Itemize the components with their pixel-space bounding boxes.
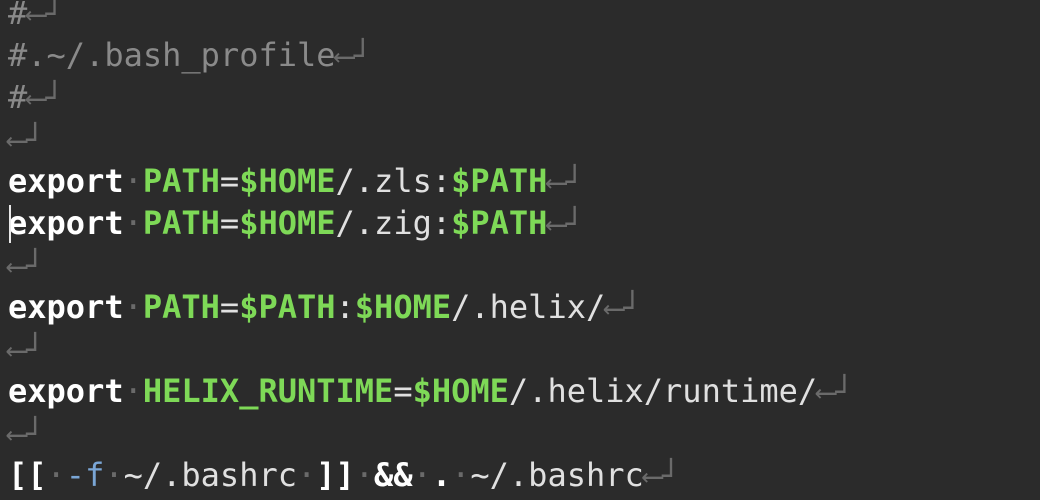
colon: : <box>335 288 355 326</box>
code-line-1[interactable]: #⟵┘ <box>8 0 63 34</box>
newline-icon: ⟵┘ <box>817 375 854 410</box>
env-var-home: $HOME <box>354 288 452 326</box>
test-open-brackets: [[ <box>8 456 47 494</box>
newline-icon: ⟵┘ <box>8 249 45 284</box>
code-line-9[interactable]: ⟵┘ <box>8 328 44 370</box>
source-dot: . <box>431 456 452 494</box>
test-close-brackets: ]] <box>316 456 355 494</box>
comment-text: # <box>8 0 28 32</box>
path-text: /.helix/ <box>451 288 606 326</box>
code-line-10[interactable]: export·HELIX_RUNTIME=$HOME/.helix/runtim… <box>8 370 853 412</box>
env-var-path: $PATH <box>239 288 336 326</box>
keyword-export: export <box>8 288 124 326</box>
newline-icon: ⟵┘ <box>643 459 680 494</box>
keyword-export: export <box>8 204 124 242</box>
variable-name: PATH <box>142 288 220 326</box>
variable-name: HELIX_RUNTIME <box>142 372 394 410</box>
code-line-5[interactable]: export·PATH=$HOME/.zls:$PATH⟵┘ <box>8 160 584 202</box>
whitespace-dot: · <box>451 456 471 494</box>
equals-sign: = <box>219 162 240 200</box>
newline-icon: ⟵┘ <box>8 333 45 368</box>
code-line-12[interactable]: [[·-f·~/.bashrc·]]·&&·.·~/.bashrc⟵┘ <box>8 454 680 496</box>
code-line-7[interactable]: ⟵┘ <box>8 244 44 286</box>
newline-icon: ⟵┘ <box>605 291 642 326</box>
whitespace-dot: · <box>296 456 317 494</box>
env-var-home: $HOME <box>412 372 509 410</box>
whitespace-dot: · <box>104 456 124 494</box>
file-path: ~/.bashrc <box>470 456 644 494</box>
whitespace-dot: · <box>412 456 432 494</box>
whitespace-dot: · <box>123 162 143 200</box>
whitespace-dot: · <box>123 288 143 326</box>
code-line-8[interactable]: export·PATH=$PATH:$HOME/.helix/⟵┘ <box>8 286 641 328</box>
equals-sign: = <box>219 288 240 326</box>
newline-icon: ⟵┘ <box>8 123 45 158</box>
equals-sign: = <box>219 204 240 242</box>
code-editor[interactable]: #⟵┘ #.~/.bash_profile⟵┘ #⟵┘ ⟵┘ export·PA… <box>0 0 1040 500</box>
variable-name: PATH <box>142 162 220 200</box>
code-line-6[interactable]: export·PATH=$HOME/.zig:$PATH⟵┘ <box>8 202 584 244</box>
keyword-export: export <box>8 162 124 200</box>
code-line-11[interactable]: ⟵┘ <box>8 412 44 454</box>
comment-text: #.~/.bash_profile <box>8 36 336 74</box>
path-text: /.helix/runtime/ <box>508 372 818 410</box>
equals-sign: = <box>393 372 413 410</box>
test-flag: -f <box>65 456 105 494</box>
newline-icon: ⟵┘ <box>335 39 372 74</box>
env-var-path: $PATH <box>451 204 548 242</box>
env-var-home: $HOME <box>239 162 336 200</box>
code-line-3[interactable]: #⟵┘ <box>8 76 63 118</box>
code-line-2[interactable]: #.~/.bash_profile⟵┘ <box>8 34 372 76</box>
whitespace-dot: · <box>123 204 143 242</box>
newline-icon: ⟵┘ <box>547 165 584 200</box>
variable-name: PATH <box>142 204 220 242</box>
keyword-export: export <box>8 372 124 410</box>
whitespace-dot: · <box>354 456 375 494</box>
whitespace-dot: · <box>46 456 66 494</box>
text-cursor <box>9 205 11 243</box>
env-var-path: $PATH <box>451 162 548 200</box>
newline-icon: ⟵┘ <box>8 417 45 452</box>
file-path: ~/.bashrc <box>123 456 297 494</box>
newline-icon: ⟵┘ <box>27 0 64 32</box>
whitespace-dot: · <box>123 372 143 410</box>
code-line-4[interactable]: ⟵┘ <box>8 118 44 160</box>
and-operator: && <box>374 456 413 494</box>
path-text: /.zig: <box>335 204 452 242</box>
env-var-home: $HOME <box>239 204 336 242</box>
newline-icon: ⟵┘ <box>27 81 64 116</box>
newline-icon: ⟵┘ <box>547 207 584 242</box>
comment-text: # <box>8 78 28 116</box>
path-text: /.zls: <box>335 162 452 200</box>
